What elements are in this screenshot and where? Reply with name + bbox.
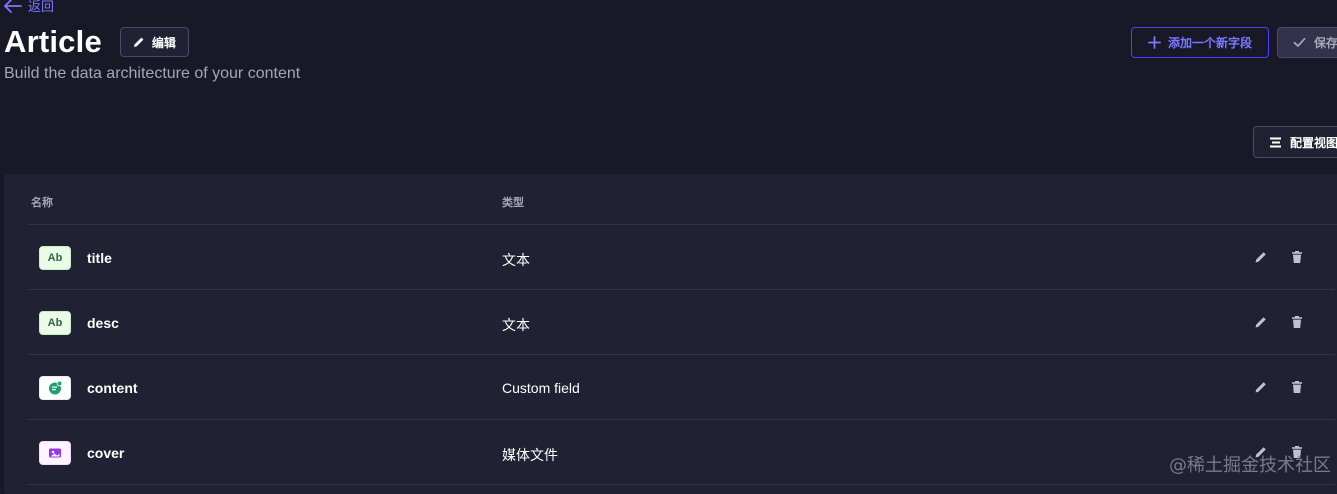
text-field-icon: Ab [39, 311, 71, 335]
trash-icon[interactable] [1290, 250, 1304, 264]
save-button-label: 保存 [1314, 36, 1337, 50]
table-row[interactable]: Ab desc 文本 [28, 290, 1335, 355]
field-type: 文本 [502, 317, 530, 333]
back-link[interactable]: 返回 [4, 0, 54, 15]
trash-icon[interactable] [1290, 380, 1304, 394]
fields-table: 名称 类型 Ab title 文本 Ab desc 文本 content Cus… [4, 174, 1337, 494]
table-row[interactable]: Ab title 文本 [28, 225, 1335, 290]
pencil-icon [133, 37, 144, 47]
watermark: @稀土掘金技术社区 [1169, 455, 1331, 476]
field-name: title [87, 250, 112, 266]
custom-field-icon [39, 376, 71, 400]
column-header-type: 类型 [502, 197, 524, 209]
pencil-icon[interactable] [1254, 315, 1268, 329]
text-field-icon: Ab [39, 246, 71, 270]
field-type: 媒体文件 [502, 447, 558, 463]
field-type: Custom field [502, 380, 580, 396]
configure-view-button-label: 配置视图 [1290, 135, 1337, 150]
field-name: desc [87, 315, 119, 331]
edit-button-label: 编辑 [151, 35, 176, 50]
trash-icon[interactable] [1290, 315, 1304, 329]
pencil-icon[interactable] [1254, 250, 1268, 264]
configure-view-button[interactable]: 配置视图 [1253, 126, 1337, 158]
arrow-left-icon [4, 0, 22, 13]
page-title: Article [4, 24, 102, 59]
field-name: content [87, 380, 138, 396]
check-icon [1293, 37, 1306, 47]
image-icon [49, 448, 61, 458]
table-row[interactable]: content Custom field [28, 355, 1335, 420]
table-row[interactable]: cover 媒体文件 [28, 420, 1335, 485]
pencil-icon[interactable] [1254, 380, 1268, 394]
back-link-label: 返回 [28, 0, 55, 14]
add-field-button[interactable]: 添加一个新字段 [1131, 27, 1269, 58]
plus-icon [1148, 36, 1161, 49]
save-button[interactable]: 保存 [1277, 27, 1337, 58]
edit-button[interactable]: 编辑 [119, 27, 189, 57]
list-settings-icon [1270, 137, 1281, 147]
title-row: Article 编辑 [4, 24, 189, 60]
column-header-name: 名称 [31, 197, 53, 209]
add-field-button-label: 添加一个新字段 [1167, 36, 1252, 50]
field-name: cover [87, 445, 125, 461]
table-header: 名称 类型 [28, 174, 1337, 225]
media-field-icon [39, 441, 71, 465]
field-type: 文本 [502, 252, 530, 268]
page-subtitle: Build the data architecture of your cont… [4, 65, 301, 82]
chat-bubble-icon [49, 380, 63, 395]
